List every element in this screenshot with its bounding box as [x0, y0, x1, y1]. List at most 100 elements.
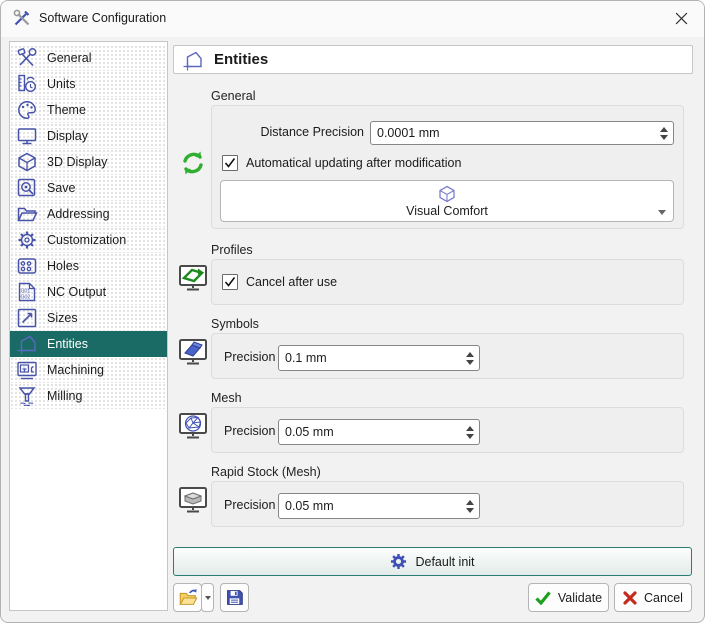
check-icon	[535, 591, 551, 605]
symbols-precision-spinbox	[278, 345, 480, 371]
monitor-icon	[16, 125, 38, 147]
entity-shape-icon	[16, 333, 38, 355]
sidebar-item-label: Addressing	[47, 207, 110, 221]
close-button[interactable]	[664, 5, 698, 31]
sidebar-item-holes[interactable]: Holes	[10, 253, 167, 279]
profiles-section-label: Profiles	[211, 243, 253, 257]
sidebar-item-label: Machining	[47, 363, 104, 377]
sidebar-item-label: Customization	[47, 233, 126, 247]
close-icon	[675, 12, 688, 25]
symbols-section-label: Symbols	[211, 317, 259, 331]
symbols-precision-input[interactable]	[279, 346, 461, 370]
monitor-mesh-icon	[178, 411, 208, 441]
spin-down-button[interactable]	[466, 508, 474, 513]
rapid-stock-section-label: Rapid Stock (Mesh)	[211, 465, 321, 479]
titlebar: Software Configuration	[1, 1, 704, 37]
distance-precision-input[interactable]	[371, 122, 655, 144]
spin-down-button[interactable]	[466, 434, 474, 439]
cancel-after-use-checkbox[interactable]	[222, 274, 238, 290]
svg-text:G02: G02	[21, 295, 31, 301]
machine-icon	[16, 359, 38, 381]
mesh-precision-label: Precision	[224, 424, 275, 438]
software-configuration-dialog: Software Configuration General	[0, 0, 705, 623]
open-config-button[interactable]	[173, 583, 202, 612]
folder-icon	[16, 203, 38, 225]
symbols-precision-label: Precision	[224, 350, 275, 364]
milling-tool-icon	[16, 385, 38, 407]
category-sidebar: General Units Theme	[9, 41, 168, 611]
sidebar-item-nc-output[interactable]: G01 G02 NC Output	[10, 279, 167, 305]
save-config-button[interactable]	[220, 583, 249, 612]
sidebar-item-display[interactable]: Display	[10, 123, 167, 149]
diagonal-arrow-icon	[16, 307, 38, 329]
window-title: Software Configuration	[39, 11, 166, 25]
sidebar-item-general[interactable]: General	[10, 45, 167, 71]
sidebar-item-label: Theme	[47, 103, 86, 117]
sidebar-item-milling[interactable]: Milling	[10, 383, 167, 409]
general-group: Distance Precision Automatical updating …	[211, 105, 684, 229]
sidebar-item-entities[interactable]: Entities	[10, 331, 167, 357]
visual-comfort-combobox[interactable]: Visual Comfort	[220, 180, 674, 222]
cancel-after-use-label: Cancel after use	[246, 275, 337, 289]
save-floppy-icon	[225, 588, 244, 607]
sidebar-item-label: Milling	[47, 389, 82, 403]
monitor-loop-icon	[178, 263, 208, 293]
sidebar-item-label: Holes	[47, 259, 79, 273]
monitor-wedge-icon	[178, 337, 208, 367]
default-init-button[interactable]: Default init	[173, 547, 692, 576]
validate-label: Validate	[558, 591, 602, 605]
tools-icon	[13, 9, 31, 27]
entity-shape-icon	[182, 49, 204, 71]
sidebar-item-label: General	[47, 51, 91, 65]
spin-down-button[interactable]	[660, 135, 668, 140]
sidebar-item-label: 3D Display	[47, 155, 107, 169]
cancel-button[interactable]: Cancel	[614, 583, 692, 612]
spin-down-button[interactable]	[466, 360, 474, 365]
sidebar-item-label: Sizes	[47, 311, 78, 325]
sidebar-item-save[interactable]: Save	[10, 175, 167, 201]
check-icon	[224, 276, 236, 288]
profiles-group: Cancel after use	[211, 259, 684, 305]
mesh-precision-input[interactable]	[279, 420, 461, 444]
mesh-group: Precision	[211, 407, 684, 453]
mesh-precision-spinbox	[278, 419, 480, 445]
rapid-stock-precision-input[interactable]	[279, 494, 461, 518]
check-icon	[224, 157, 236, 169]
wrench-hammer-icon	[16, 47, 38, 69]
validate-button[interactable]: Validate	[528, 583, 609, 612]
sidebar-item-addressing[interactable]: Addressing	[10, 201, 167, 227]
sidebar-item-3d-display[interactable]: 3D Display	[10, 149, 167, 175]
visual-comfort-value: Visual Comfort	[406, 204, 488, 218]
sidebar-item-label: NC Output	[47, 285, 106, 299]
x-icon	[623, 591, 637, 605]
spin-up-button[interactable]	[466, 352, 474, 357]
rapid-stock-precision-label: Precision	[224, 498, 275, 512]
sidebar-item-machining[interactable]: Machining	[10, 357, 167, 383]
cube-icon	[438, 185, 456, 203]
spin-up-button[interactable]	[466, 426, 474, 431]
distance-precision-spinbox	[370, 121, 674, 145]
page-header: Entities	[173, 45, 693, 74]
gear-icon	[390, 553, 407, 570]
sidebar-item-units[interactable]: Units	[10, 71, 167, 97]
sidebar-item-label: Entities	[47, 337, 88, 351]
general-section-label: General	[211, 89, 255, 103]
holes-plate-icon	[16, 255, 38, 277]
spin-up-button[interactable]	[660, 127, 668, 132]
spin-up-button[interactable]	[466, 500, 474, 505]
cancel-label: Cancel	[644, 591, 683, 605]
save-magnifier-icon	[16, 177, 38, 199]
distance-precision-label: Distance Precision	[212, 125, 364, 139]
chevron-down-icon	[205, 596, 211, 600]
nc-document-icon: G01 G02	[16, 281, 38, 303]
open-config-dropdown-button[interactable]	[201, 583, 214, 612]
cube-icon	[16, 151, 38, 173]
palette-icon	[16, 99, 38, 121]
rapid-stock-precision-spinbox	[278, 493, 480, 519]
auto-update-checkbox[interactable]	[222, 155, 238, 171]
sidebar-item-sizes[interactable]: Sizes	[10, 305, 167, 331]
sidebar-item-theme[interactable]: Theme	[10, 97, 167, 123]
sidebar-item-label: Units	[47, 77, 75, 91]
auto-update-label: Automatical updating after modification	[246, 156, 461, 170]
sidebar-item-customization[interactable]: Customization	[10, 227, 167, 253]
